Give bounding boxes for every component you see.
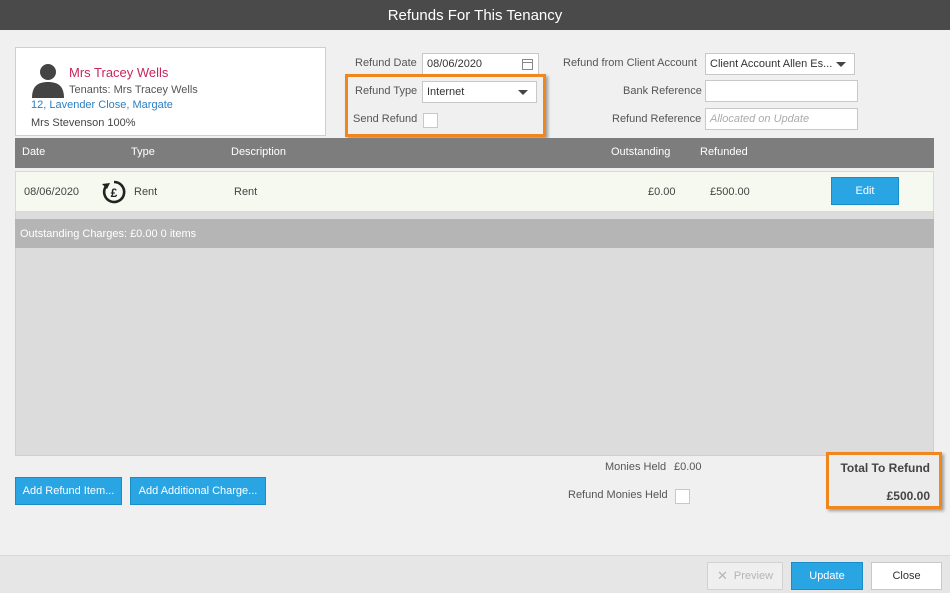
refund-date-label: Refund Date [355,57,417,69]
window-title: Refunds For This Tenancy [0,0,950,30]
update-button[interactable]: Update [791,562,863,590]
col-date[interactable]: Date [22,146,45,158]
preview-button-label: Preview [733,570,774,582]
refund-reference-placeholder: Allocated on Update [710,113,810,125]
close-button[interactable]: Close [871,562,942,590]
close-x-icon: ✕ [716,568,728,583]
col-outstanding[interactable]: Outstanding [611,146,670,158]
tenant-name[interactable]: Mrs Tracey Wells [69,65,168,80]
refund-date-input[interactable]: 08/06/2020 [422,53,539,75]
row-description: Rent [234,186,258,198]
person-silhouette-icon [32,64,64,98]
chevron-down-icon [836,62,846,67]
add-additional-charge-button[interactable]: Add Additional Charge... [130,477,266,505]
refund-pound-icon: £ [102,180,126,204]
monies-held-value: £0.00 [674,461,702,473]
col-description[interactable]: Description [231,146,286,158]
owner-share: Mrs Stevenson 100% [31,117,136,129]
total-to-refund-amount: £500.00 [886,489,930,503]
client-account-select[interactable]: Client Account Allen Es... [705,53,855,75]
bank-reference-input[interactable] [705,80,858,102]
total-to-refund-label: Total To Refund [840,461,930,475]
col-type[interactable]: Type [131,146,155,158]
refund-type-select[interactable]: Internet [422,81,537,103]
chevron-down-icon [518,90,528,95]
row-type: Rent [134,186,158,198]
monies-held-label: Monies Held [605,461,667,473]
edit-button[interactable]: Edit [831,177,899,205]
svg-text:£: £ [111,186,118,200]
row-refunded: £500.00 [710,186,750,198]
client-account-value: Client Account Allen Es... [710,58,833,70]
total-to-refund-box: Total To Refund £500.00 [826,452,942,509]
outstanding-charges-bar: Outstanding Charges: £0.00 0 items [15,219,934,248]
refund-reference-input[interactable]: Allocated on Update [705,108,858,130]
refund-date-value: 08/06/2020 [427,58,483,70]
add-refund-item-button[interactable]: Add Refund Item... [15,477,122,505]
refund-monies-held-checkbox[interactable] [675,489,690,504]
tenant-card: Mrs Tracey Wells Tenants: Mrs Tracey Wel… [15,47,326,136]
preview-button[interactable]: ✕ Preview [707,562,783,590]
bank-reference-label: Bank Reference [623,85,702,97]
client-account-label: Refund from Client Account [563,57,697,69]
refund-monies-held-label: Refund Monies Held [568,489,668,501]
table-header: Date Type Description Outstanding Refund… [15,138,934,168]
tenants-line: Tenants: Mrs Tracey Wells [69,84,198,96]
property-address-link[interactable]: 12, Lavender Close, Margate [31,99,173,111]
table-row[interactable]: 08/06/2020 £ Rent Rent £0.00 £500.00 Edi… [15,171,934,212]
refund-type-label: Refund Type [355,85,418,97]
row-date: 08/06/2020 [24,186,80,198]
calendar-icon[interactable] [522,59,533,70]
refund-type-value: Internet [427,86,465,98]
send-refund-label: Send Refund [353,113,418,125]
col-refunded[interactable]: Refunded [700,146,748,158]
row-outstanding: £0.00 [648,186,676,198]
table-body-area [15,212,934,456]
send-refund-checkbox[interactable] [423,113,438,128]
refund-reference-label: Refund Reference [612,113,702,125]
